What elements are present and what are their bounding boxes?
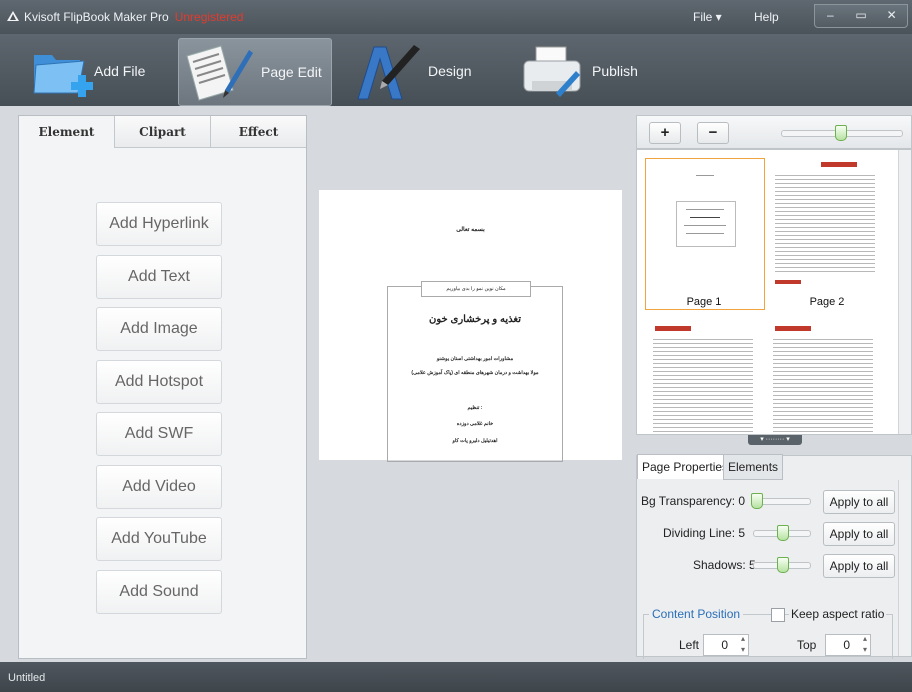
add-hyperlink-button[interactable]: Add Hyperlink: [96, 202, 222, 246]
thumbnail-page-3[interactable]: [647, 322, 765, 432]
bg-transparency-knob[interactable]: [751, 493, 763, 509]
page-edit-button[interactable]: Page Edit: [178, 38, 332, 106]
shadows-apply-button[interactable]: Apply to all: [823, 554, 895, 578]
zoom-out-button[interactable]: −: [697, 122, 729, 144]
tab-element[interactable]: Element: [19, 116, 115, 148]
zoom-in-button[interactable]: +: [649, 122, 681, 144]
properties-panel: Page Properties Elements Bg Transparency…: [636, 454, 912, 659]
add-hotspot-button[interactable]: Add Hotspot: [96, 360, 222, 404]
add-sound-button[interactable]: Add Sound: [96, 570, 222, 614]
minimize-button[interactable]: ‒: [815, 5, 846, 27]
thumbnail-page-2[interactable]: [767, 158, 885, 288]
add-text-button[interactable]: Add Text: [96, 255, 222, 299]
panel-splitter[interactable]: ▾ ········ ▾: [748, 435, 802, 445]
tab-clipart[interactable]: Clipart: [115, 116, 211, 148]
page-tab-label: مکان نوین نمو را بدی بیاوریم: [421, 281, 531, 297]
tab-effect[interactable]: Effect: [211, 116, 306, 148]
window-title: Kvisoft FlipBook Maker Pro Unregistered: [24, 10, 244, 24]
spinner-arrows-icon[interactable]: ▴ ▾: [863, 633, 867, 655]
add-video-button[interactable]: Add Video: [96, 465, 222, 509]
add-swf-button[interactable]: Add SWF: [96, 412, 222, 456]
page-line-3: تنظیم :: [467, 405, 483, 411]
dividing-line-apply-button[interactable]: Apply to all: [823, 522, 895, 546]
thumbnail-page-1[interactable]: [645, 158, 765, 310]
thumbnail-toolbar: + −: [636, 115, 912, 149]
bg-transparency-apply-button[interactable]: Apply to all: [823, 490, 895, 514]
zoom-slider-knob[interactable]: [835, 125, 847, 141]
close-button[interactable]: ✕: [876, 5, 907, 27]
thumbnail-scrollbar[interactable]: [898, 150, 911, 434]
page-line-2: مولا بهداشت و درمان شهرهای منطقه ای (پاک…: [411, 370, 539, 376]
page-canvas[interactable]: بسمه تعالی مکان نوین نمو را بدی بیاوریم …: [319, 190, 622, 462]
thumbnail-label-page-2: Page 2: [809, 296, 845, 308]
thumbnail-page-4[interactable]: [767, 322, 885, 432]
element-panel: Element Clipart Effect Add Hyperlink Add…: [18, 115, 307, 659]
shadows-knob[interactable]: [777, 557, 789, 573]
tab-page-properties[interactable]: Page Properties: [637, 454, 734, 479]
left-spinner[interactable]: 0 ▴ ▾: [703, 634, 749, 656]
thumbnail-list: Page 1 Page 2: [636, 149, 912, 435]
main-toolbar: Add File Page Edit Design Publish: [0, 34, 912, 106]
dividing-line-value: 5: [738, 526, 746, 540]
help-menu[interactable]: Help: [754, 10, 779, 24]
pages-panel: + − Page 1 Page 2 ▾ ········ ▾ Page Prop…: [636, 115, 912, 659]
left-value: 0: [721, 638, 728, 652]
page-heading-text: بسمه تعالی: [456, 227, 485, 233]
keep-aspect-label: Keep aspect ratio: [789, 607, 887, 621]
add-youtube-button[interactable]: Add YouTube: [96, 517, 222, 561]
design-button[interactable]: Design: [352, 38, 482, 104]
bg-transparency-label: Bg Transparency: 0: [641, 494, 746, 508]
file-menu[interactable]: File ▾: [693, 10, 722, 24]
status-bar: Untitled: [0, 662, 912, 692]
document-name: Untitled: [8, 672, 46, 684]
dividing-line-label: Dividing Line: 5: [663, 526, 746, 540]
unregistered-label: Unregistered: [174, 10, 244, 24]
element-tabs: Element Clipart Effect: [19, 116, 306, 148]
properties-scrollbar[interactable]: [898, 480, 911, 656]
tab-elements[interactable]: Elements: [723, 454, 784, 480]
left-label: Left: [679, 638, 700, 652]
app-logo-icon: [7, 11, 19, 21]
add-file-button[interactable]: Add File: [28, 38, 158, 104]
add-image-button[interactable]: Add Image: [96, 307, 222, 351]
add-file-label: Add File: [94, 63, 146, 79]
shadows-label: Shadows: 5: [693, 558, 756, 572]
keep-aspect-checkbox[interactable]: [771, 608, 785, 622]
page-line-4: خانم غلامی دوزده: [456, 421, 494, 427]
top-label: Top: [797, 638, 817, 652]
maximize-button[interactable]: ▭: [846, 5, 877, 27]
dividing-line-knob[interactable]: [777, 525, 789, 541]
title-bar: Kvisoft FlipBook Maker Pro Unregistered F…: [0, 0, 912, 34]
spinner-arrows-icon[interactable]: ▴ ▾: [741, 633, 745, 655]
workspace: Element Clipart Effect Add Hyperlink Add…: [0, 106, 912, 662]
page-edit-label: Page Edit: [261, 64, 322, 80]
printer-icon: [523, 46, 581, 97]
top-value: 0: [843, 638, 850, 652]
page-edit-icon: [186, 45, 253, 101]
top-spinner[interactable]: 0 ▴ ▾: [825, 634, 871, 656]
design-icon: [357, 45, 420, 100]
window-controls: ‒ ▭ ✕: [814, 4, 908, 28]
content-position-label: Content Position: [649, 607, 744, 621]
page-line-5: اهدتیلیل دلیرو پات کاو: [452, 438, 498, 444]
folder-add-icon: [33, 55, 93, 97]
publish-button[interactable]: Publish: [518, 38, 648, 104]
page-line-1: مشاورات امور بهداشتی استان یوشنو: [436, 356, 514, 362]
publish-label: Publish: [592, 63, 638, 79]
thumbnail-label-page-1: Page 1: [686, 296, 722, 308]
design-label: Design: [428, 63, 472, 79]
bg-transparency-value: 0: [738, 494, 746, 508]
page-title: تغذیه و پرخشاری خون: [429, 314, 521, 325]
